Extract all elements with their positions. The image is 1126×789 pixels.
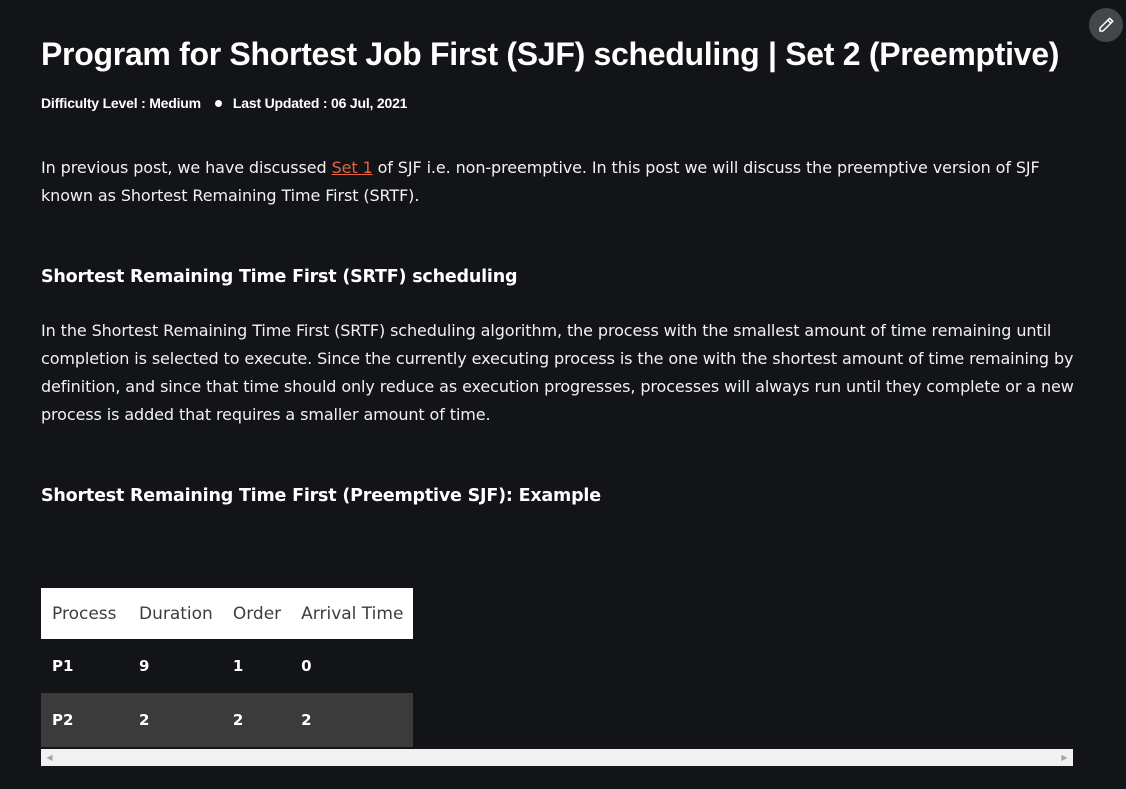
header-duration: Duration [129, 588, 223, 639]
table-cell: 9 [139, 657, 150, 675]
table-cell: 2 [291, 693, 414, 747]
pencil-icon [1099, 17, 1114, 32]
table-row: P1 9 1 0 [41, 639, 413, 693]
table-cell: P2 [41, 693, 129, 747]
article-meta: Difficulty Level : Medium Last Updated :… [41, 93, 407, 113]
header-order: Order [222, 588, 292, 639]
example-heading: Shortest Remaining Time First (Preemptiv… [41, 486, 601, 506]
intro-text-before: In previous post, we have discussed [41, 158, 332, 177]
table-cell: 1 [232, 657, 244, 675]
difficulty-level: Difficulty Level : Medium [41, 95, 201, 111]
article-page: Program for Shortest Job First (SJF) sch… [0, 0, 1126, 789]
process-table: Process Duration Order Arrival Time P1 9… [41, 588, 414, 747]
srtf-description: In the Shortest Remaining Time First (SR… [41, 321, 1074, 424]
table-cell: 2 [129, 693, 223, 747]
separator-dot [214, 99, 222, 107]
process-table-container: Process Duration Order Arrival Time P1 9… [41, 588, 1073, 749]
last-updated: Last Updated : 06 Jul, 2021 [232, 95, 408, 111]
scroll-left-arrow-icon[interactable]: ◀ [41, 749, 58, 766]
horizontal-scrollbar[interactable]: ◀ ▶ [41, 749, 1073, 766]
header-process: Process [41, 588, 129, 639]
srtf-heading: Shortest Remaining Time First (SRTF) sch… [41, 267, 518, 287]
table-cell: 0 [301, 657, 312, 675]
header-arrival-time: Arrival Time [291, 588, 414, 639]
intro-paragraph: In previous post, we have discussed Set … [41, 154, 1081, 210]
scroll-right-arrow-icon[interactable]: ▶ [1056, 749, 1073, 766]
article-title: Program for Shortest Job First (SJF) sch… [41, 36, 1060, 72]
table-header-row: Process Duration Order Arrival Time [41, 588, 414, 639]
table-row: P2 2 2 2 [41, 693, 414, 747]
table-cell: 2 [222, 693, 292, 747]
table-cell: P1 [52, 657, 74, 675]
edit-button[interactable] [1089, 8, 1123, 42]
set-1-link[interactable]: Set 1 [332, 158, 373, 177]
